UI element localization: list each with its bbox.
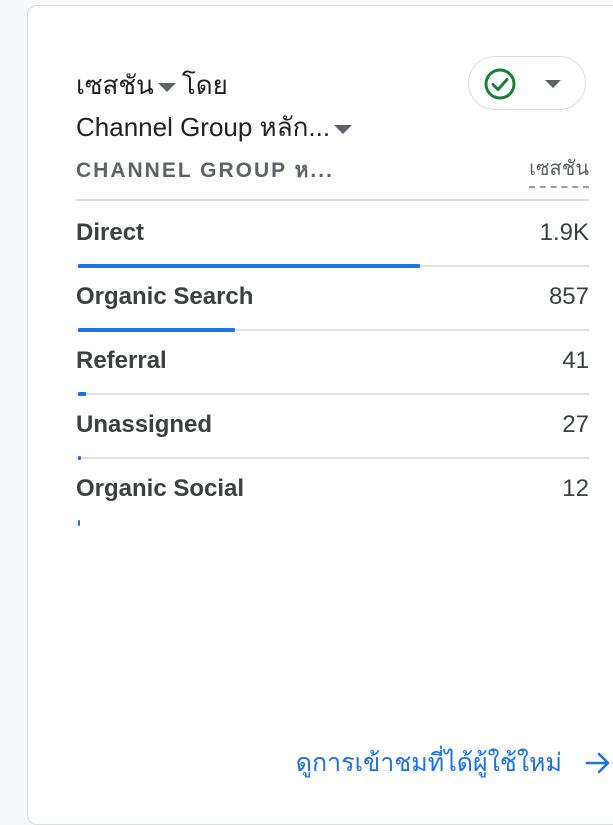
row-label: Organic Social [76,475,245,502]
title-connector: โดย [181,70,228,100]
table-row[interactable]: Organic Search 857 [76,266,589,332]
chevron-down-icon [545,80,561,88]
table-row[interactable]: Referral 41 [76,330,589,396]
table-row[interactable]: Direct 1.9K [76,202,589,268]
metric-dropdown-icon[interactable] [157,82,176,92]
title-line-dimension: Channel Group หลัก... [76,106,436,148]
row-bar [78,520,80,526]
row-value: 41 [562,347,589,374]
row-value: 1.9K [539,219,589,246]
header-divider [76,199,589,201]
arrow-right-icon [585,752,610,774]
row-label: Direct [76,219,145,246]
dimension-selector-label[interactable]: Channel Group หลัก... [76,106,330,148]
row-value: 27 [562,411,589,438]
dimension-column-header: CHANNEL GROUP ห... [76,158,334,182]
title-line-metric: เซสชัน โดย [76,64,436,106]
status-menu-button[interactable] [468,56,586,110]
row-label: Unassigned [76,411,213,438]
card-title: เซสชัน โดย Channel Group หลัก... [76,64,436,148]
table-header: CHANNEL GROUP ห... เซสชัน [76,150,589,190]
metric-column-header[interactable]: เซสชัน [529,152,589,188]
view-new-user-acquisition-link[interactable]: ดูการเข้าชมที่ได้ผู้ใช้ใหม่ [296,743,612,783]
row-value: 12 [562,475,589,502]
channel-sessions-card: เซสชัน โดย Channel Group หลัก... CHANNEL… [27,5,613,825]
table-body: Direct 1.9K Organic Search 857 Referral … [76,202,589,526]
dimension-dropdown-icon[interactable] [334,124,353,134]
row-label: Referral [76,347,167,374]
table-row[interactable]: Organic Social 12 [76,458,589,526]
check-circle-icon [484,68,516,100]
footer-link-label: ดูการเข้าชมที่ได้ผู้ใช้ใหม่ [295,749,562,777]
metric-selector-label[interactable]: เซสชัน [76,64,154,106]
row-label: Organic Search [76,283,254,310]
table-row[interactable]: Unassigned 27 [76,394,589,460]
row-value: 857 [548,283,589,310]
